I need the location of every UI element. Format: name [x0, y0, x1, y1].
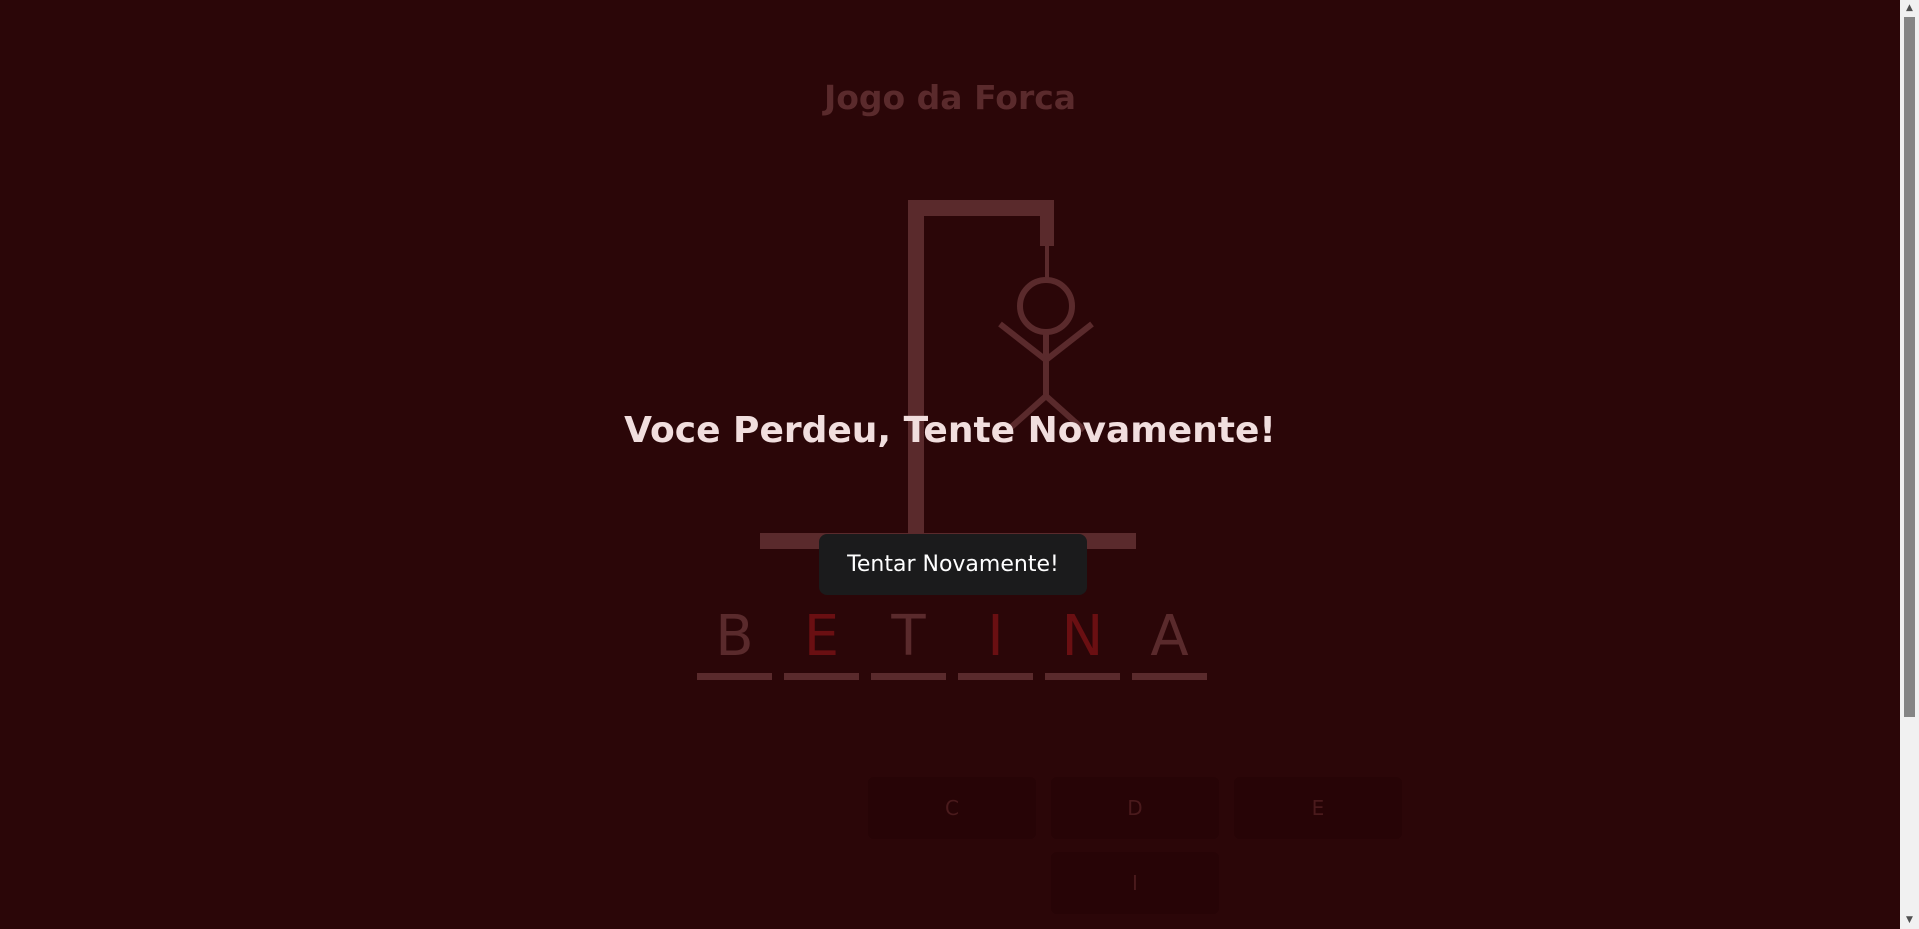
game-screen: Jogo da Forca B E T I N A C D E I Voce P…: [0, 0, 1900, 929]
gallows-pole: [908, 200, 924, 540]
letter-slot: T: [871, 600, 946, 680]
letter-char: A: [1150, 604, 1189, 669]
letter-char: T: [891, 604, 926, 669]
key-e[interactable]: E: [1234, 777, 1402, 839]
letter-underline: [871, 673, 946, 680]
letter-char: B: [715, 604, 754, 669]
letter-underline: [697, 673, 772, 680]
letter-underline: [958, 673, 1033, 680]
key-c[interactable]: C: [868, 777, 1036, 839]
gallows-beam: [908, 200, 1054, 216]
letter-underline: [1045, 673, 1120, 680]
gallows-hook: [1040, 200, 1054, 246]
letter-underline: [1132, 673, 1207, 680]
game-over-message: Voce Perdeu, Tente Novamente!: [624, 410, 1276, 451]
key-d[interactable]: D: [1051, 777, 1219, 839]
letter-underline: [784, 673, 859, 680]
letter-char: I: [987, 604, 1004, 669]
vertical-scrollbar[interactable]: ▲ ▼: [1900, 0, 1919, 929]
letter-slot: A: [1132, 600, 1207, 680]
key-i[interactable]: I: [1051, 852, 1219, 914]
letter-slot: I: [958, 600, 1033, 680]
letter-slot: B: [697, 600, 772, 680]
gallows-rope: [1045, 244, 1049, 280]
word-display: B E T I N A: [697, 600, 1207, 680]
letter-slot: N: [1045, 600, 1120, 680]
scroll-up-arrow-icon[interactable]: ▲: [1900, 0, 1919, 17]
scroll-down-arrow-icon[interactable]: ▼: [1900, 912, 1919, 929]
hangman-drawing: [760, 200, 1136, 549]
letter-char: E: [803, 604, 840, 669]
letter-slot: E: [784, 600, 859, 680]
scrollbar-thumb[interactable]: [1904, 17, 1915, 717]
letter-char: N: [1061, 604, 1104, 669]
hangman-head: [1017, 277, 1075, 335]
game-title: Jogo da Forca: [823, 78, 1077, 117]
retry-button[interactable]: Tentar Novamente!: [819, 534, 1087, 595]
